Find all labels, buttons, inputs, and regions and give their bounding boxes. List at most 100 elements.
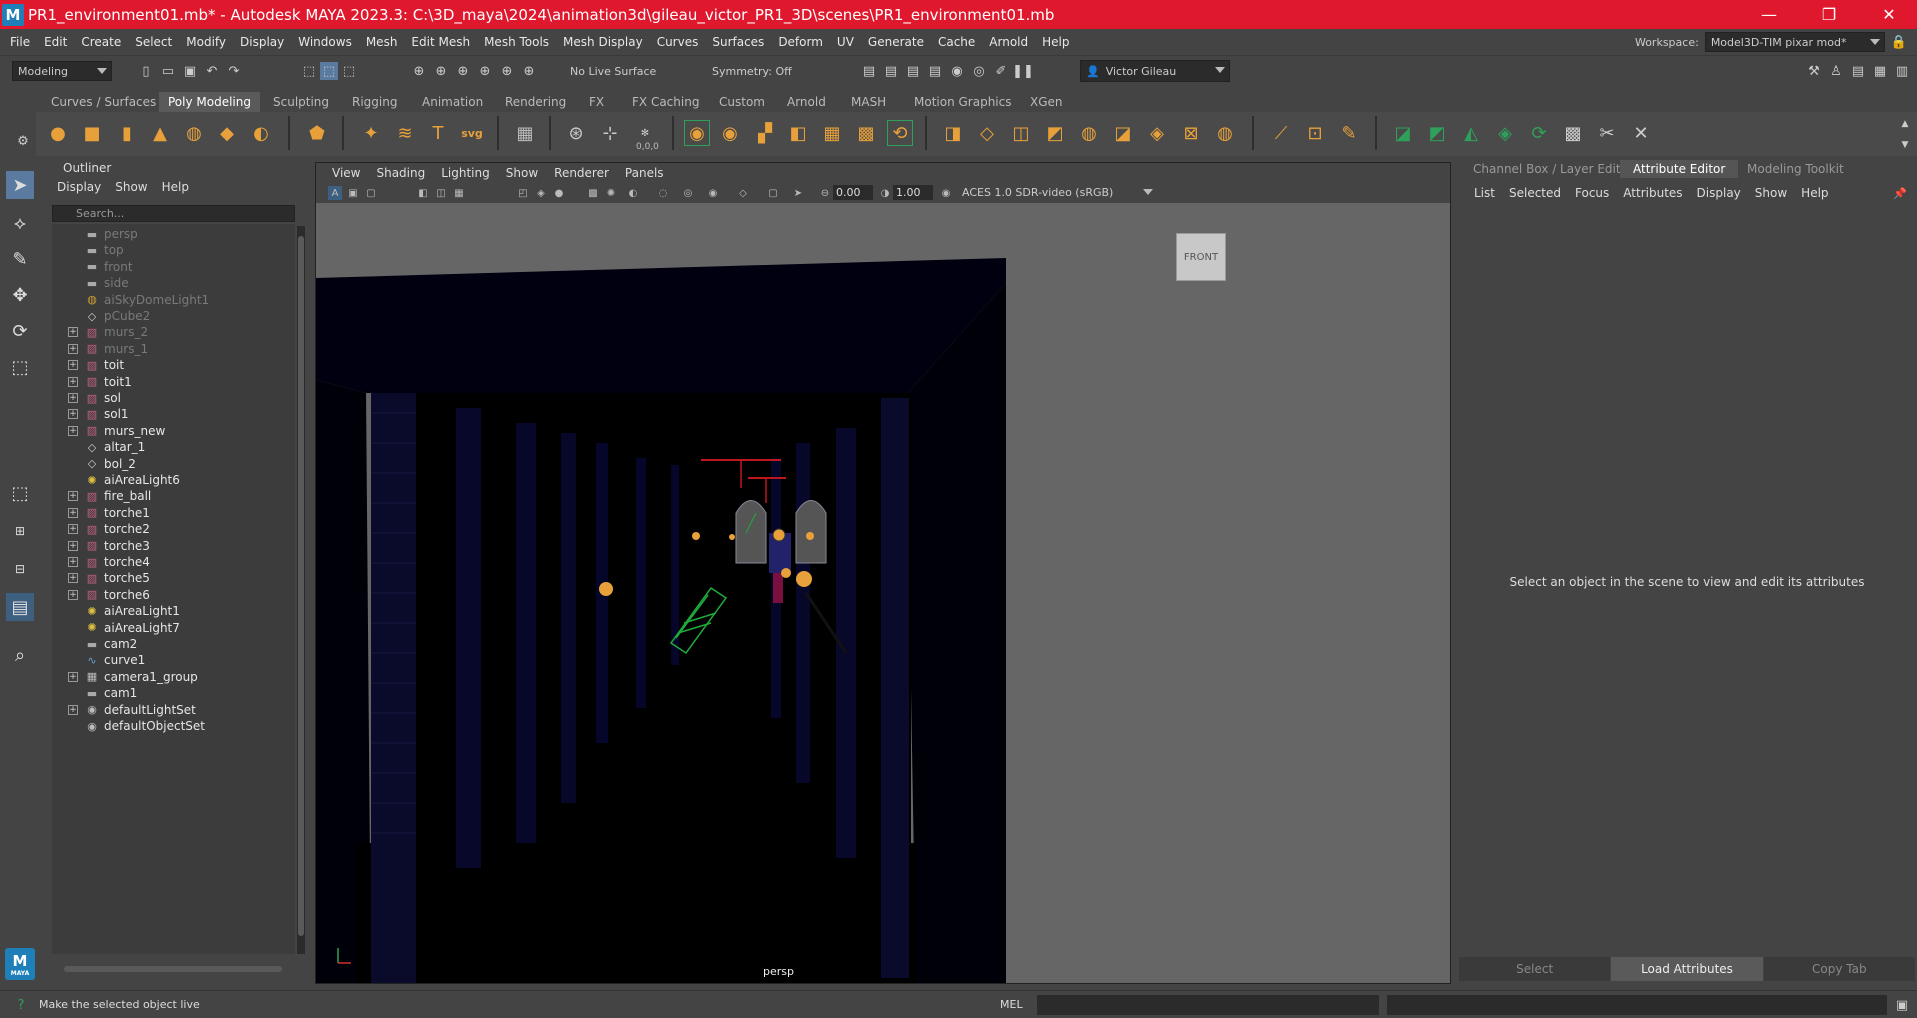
uv-unfold-icon[interactable]: ⟳ <box>1526 120 1552 146</box>
menu-deform[interactable]: Deform <box>771 35 830 49</box>
uv-automatic-icon[interactable]: ◩ <box>1424 120 1450 146</box>
ae-menu-attributes[interactable]: Attributes <box>1616 186 1689 200</box>
workspace-dropdown[interactable]: Model3D-TIM pixar mod* <box>1704 32 1885 52</box>
pin-icon[interactable]: 📌 <box>1891 184 1909 202</box>
wedge-icon[interactable]: ◍ <box>1076 120 1102 146</box>
quad-draw-icon[interactable]: ✎ <box>1336 120 1362 146</box>
type-tool-icon[interactable]: T <box>425 120 451 146</box>
outliner-horizontal-scrollbar[interactable] <box>52 964 295 974</box>
tab-fx-caching[interactable]: FX Caching <box>623 92 708 112</box>
move-tool-icon[interactable]: ✥ <box>6 281 34 309</box>
camera-attributes-icon[interactable]: A <box>328 186 342 200</box>
tab-custom[interactable]: Custom <box>710 92 774 112</box>
shelf-scroll-up-icon[interactable]: ▲ <box>1896 115 1914 133</box>
expand-icon[interactable]: + <box>68 557 78 567</box>
viewport-menu-panels[interactable]: Panels <box>617 166 672 180</box>
expand-icon[interactable]: + <box>68 425 78 436</box>
bridge-icon[interactable]: ⟲ <box>887 120 913 146</box>
super-shape-icon[interactable]: ✦ <box>358 120 384 146</box>
append-polygon-icon[interactable]: ◫ <box>1008 120 1034 146</box>
viewport-menu-show[interactable]: Show <box>498 166 546 180</box>
select-button[interactable]: Select <box>1459 957 1611 981</box>
poly-cube-icon[interactable]: ■ <box>79 120 105 146</box>
expand-icon[interactable]: + <box>68 589 78 600</box>
outliner-menu-help[interactable]: Help <box>162 180 189 194</box>
poke-icon[interactable]: ◪ <box>1110 120 1136 146</box>
open-scene-icon[interactable]: ▭ <box>159 62 177 80</box>
menu-surfaces[interactable]: Surfaces <box>705 35 771 49</box>
ipr-render-icon[interactable]: ▤ <box>904 62 922 80</box>
booleans-icon[interactable]: ◧ <box>785 120 811 146</box>
expand-icon[interactable]: + <box>68 409 78 420</box>
ae-menu-help[interactable]: Help <box>1794 186 1835 200</box>
ambient-occlusion-icon[interactable]: ◌ <box>656 186 670 200</box>
minimize-button[interactable]: — <box>1746 0 1792 29</box>
outliner-menu-show[interactable]: Show <box>115 180 147 194</box>
ae-menu-list[interactable]: List <box>1467 186 1502 200</box>
outliner-search-input[interactable]: Search... <box>52 205 295 222</box>
menu-create[interactable]: Create <box>74 35 128 49</box>
ae-menu-show[interactable]: Show <box>1748 186 1794 200</box>
extrude-icon[interactable]: ▩ <box>853 120 879 146</box>
expand-icon[interactable]: + <box>68 327 78 338</box>
resolution-gate-icon[interactable]: ◰ <box>516 186 530 200</box>
expand-icon[interactable]: + <box>68 393 78 403</box>
tab-rendering[interactable]: Rendering <box>496 92 575 112</box>
help-icon[interactable]: ? <box>12 996 30 1014</box>
menu-help[interactable]: Help <box>1035 35 1076 49</box>
bookmark-icon[interactable]: ◧ <box>416 186 430 200</box>
expand-icon[interactable]: + <box>68 376 78 387</box>
fill-hole-icon[interactable]: ◇ <box>974 120 1000 146</box>
separate-icon[interactable]: ◉ <box>717 120 743 146</box>
poly-sphere-icon[interactable]: ● <box>45 120 71 146</box>
new-scene-icon[interactable]: ▯ <box>137 62 155 80</box>
smooth-icon[interactable]: ▞ <box>752 120 778 146</box>
sweep-mesh-icon[interactable]: ≋ <box>392 120 418 146</box>
paint-select-icon[interactable]: ✎ <box>6 245 34 273</box>
shadows-icon[interactable]: ◐ <box>626 186 640 200</box>
copy-tab-button[interactable]: Copy Tab <box>1763 957 1915 981</box>
viewport-menu-shading[interactable]: Shading <box>368 166 433 180</box>
insert-edge-loop-icon[interactable]: ⊡ <box>1302 120 1328 146</box>
live-surface-field[interactable]: No Live Surface <box>565 61 662 81</box>
wireframe-icon[interactable]: ◈ <box>534 186 548 200</box>
gamma-icon[interactable]: ◑ <box>878 186 892 200</box>
ae-menu-display[interactable]: Display <box>1690 186 1748 200</box>
textured-icon[interactable]: ▩ <box>586 186 600 200</box>
two-view-layout-icon[interactable]: ⊟ <box>6 555 34 583</box>
select-tool-icon[interactable]: ➤ <box>6 171 34 199</box>
uv-sew-icon[interactable]: ✕ <box>1628 120 1654 146</box>
render-view-icon[interactable]: ▤ <box>860 62 878 80</box>
scale-tool-icon[interactable]: ⬚ <box>6 353 34 381</box>
viewport-menu-view[interactable]: View <box>324 166 368 180</box>
uv-cylindrical-icon[interactable]: ◭ <box>1458 120 1484 146</box>
snap-grid-icon[interactable]: ⊕ <box>410 62 428 80</box>
camera-lock-icon[interactable]: ▢ <box>364 186 378 200</box>
uv-cut-icon[interactable]: ✂ <box>1594 120 1620 146</box>
poly-torus-icon[interactable]: ◍ <box>181 120 207 146</box>
attribute-editor-toggle-icon[interactable]: ▤ <box>1849 62 1867 80</box>
expand-icon[interactable]: + <box>68 573 78 584</box>
select-hierarchy-icon[interactable]: ⬚ <box>300 62 318 80</box>
tab-attribute-editor[interactable]: Attribute Editor <box>1620 160 1739 178</box>
outliner-scrollbar[interactable] <box>297 226 305 954</box>
tool-settings-toggle-icon[interactable]: ▦ <box>1871 62 1889 80</box>
menu-select[interactable]: Select <box>128 35 179 49</box>
snap-view-icon[interactable]: ⊕ <box>476 62 494 80</box>
single-perspective-layout-icon[interactable]: ⬚ <box>6 479 34 507</box>
ae-menu-focus[interactable]: Focus <box>1568 186 1616 200</box>
select-component-icon[interactable]: ⬚ <box>340 62 358 80</box>
tab-fx[interactable]: FX <box>580 92 613 112</box>
user-account-dropdown[interactable]: 👤 Victor Gileau <box>1080 60 1230 82</box>
render-frame-icon[interactable]: ▤ <box>882 62 900 80</box>
expand-icon[interactable]: + <box>68 491 78 502</box>
tab-modeling-toolkit[interactable]: Modeling Toolkit <box>1734 160 1857 178</box>
symmetry-dropdown[interactable]: Symmetry: Off <box>707 61 807 81</box>
expand-icon[interactable]: + <box>68 540 78 551</box>
sculpt-icon[interactable]: ◍ <box>1212 120 1238 146</box>
lock-icon[interactable]: 🔒 <box>1891 35 1907 50</box>
svg-tool-icon[interactable]: svg <box>459 120 485 146</box>
four-view-layout-icon[interactable]: ⊞ <box>6 517 34 545</box>
use-lights-icon[interactable]: ✺ <box>604 186 618 200</box>
select-camera-icon[interactable]: ▣ <box>346 186 360 200</box>
